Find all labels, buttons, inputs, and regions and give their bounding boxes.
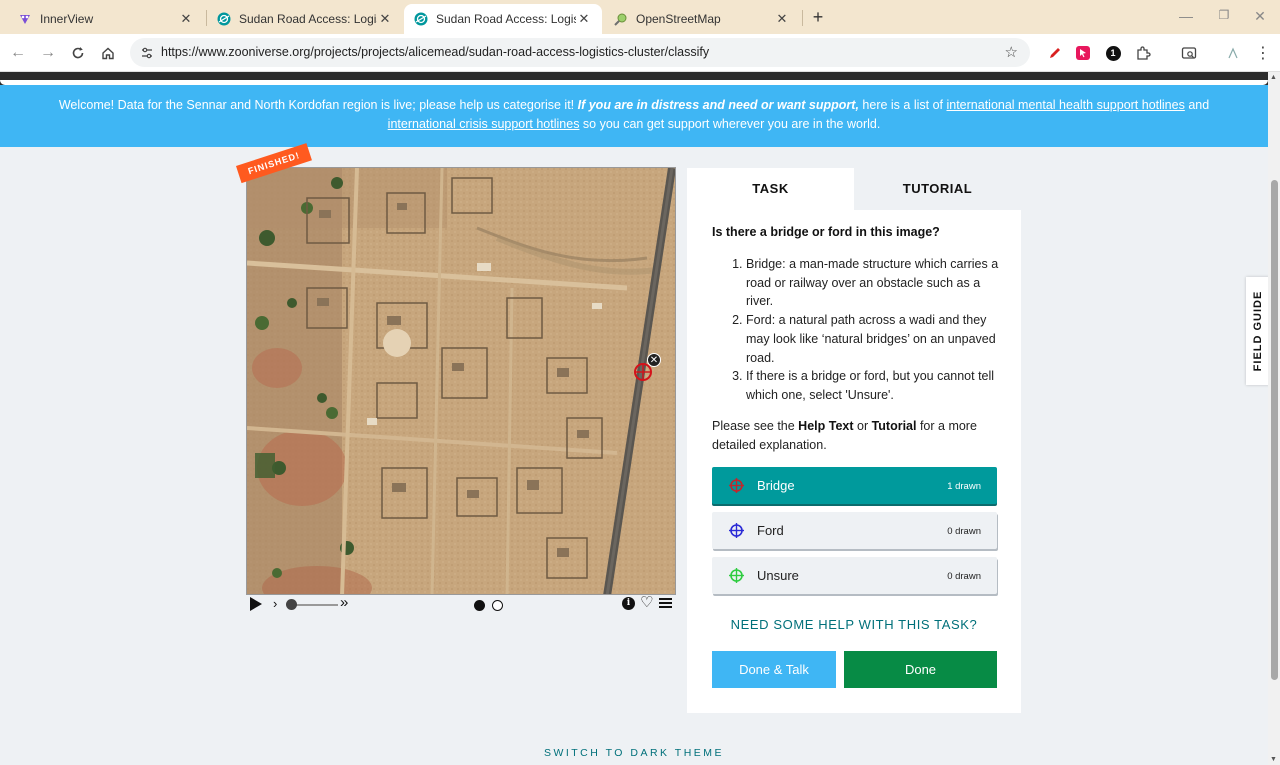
crisis-hotlines-link[interactable]: international crisis support hotlines [388, 117, 580, 131]
switch-dark-theme-link[interactable]: SWITCH TO DARK THEME [0, 747, 1268, 759]
tab-separator [802, 10, 803, 26]
choice-bridge[interactable]: Bridge 1 drawn [712, 467, 997, 504]
zooniverse-favicon-icon [217, 12, 231, 26]
field-guide-label: FIELD GUIDE [1252, 290, 1264, 372]
page-scrollbar[interactable]: ▲ ▼ [1268, 72, 1280, 765]
collections-list-icon[interactable] [659, 598, 672, 609]
crosshair-icon [729, 568, 744, 583]
welcome-banner: Welcome! Data for the Sennar and North K… [0, 85, 1268, 147]
restore-window-icon[interactable]: ❐ [1214, 8, 1234, 22]
task-instructions: Bridge: a man-made structure which carri… [725, 255, 1000, 405]
drawn-count: 0 drawn [947, 571, 981, 582]
mental-health-hotlines-link[interactable]: international mental health support hotl… [946, 98, 1184, 112]
task-tabs: TASK TUTORIAL [687, 168, 1021, 210]
done-button[interactable]: Done [844, 651, 997, 688]
banner-text: here is a list of [858, 98, 947, 112]
scrollbar-thumb[interactable] [1271, 180, 1278, 680]
address-bar[interactable]: https://www.zooniverse.org/projects/proj… [130, 38, 1030, 67]
task-panel: TASK TUTORIAL Is there a bridge or ford … [687, 168, 1021, 713]
close-tab-icon[interactable]: ✕ [377, 11, 393, 27]
browser-tab-sudan-road-access-1[interactable]: Sudan Road Access: Logistics C ✕ [207, 4, 403, 34]
tab-search-icon[interactable] [1180, 44, 1198, 62]
subject-image-viewer[interactable] [246, 167, 676, 595]
remove-mark-icon[interactable]: ✕ [647, 353, 661, 367]
page-header-strip [0, 72, 1268, 85]
browser-tab-openstreetmap[interactable]: OpenStreetMap ✕ [604, 4, 800, 34]
task-help-link[interactable]: NEED SOME HELP WITH THIS TASK? [687, 617, 1021, 632]
speed-slider-handle[interactable] [286, 599, 297, 610]
zooniverse-favicon-icon [414, 12, 428, 26]
banner-text: and [1184, 98, 1210, 112]
tab-tutorial[interactable]: TUTORIAL [854, 168, 1021, 210]
favorite-heart-icon[interactable]: ♡ [640, 593, 653, 611]
browser-tab-sudan-road-access-active[interactable]: Sudan Road Access: Logistics C ✕ [404, 4, 602, 34]
crosshair-icon [729, 523, 744, 538]
faster-icon[interactable]: » [340, 594, 348, 611]
close-tab-icon[interactable]: ✕ [576, 11, 592, 27]
close-window-icon[interactable]: ✕ [1250, 8, 1270, 25]
satellite-image[interactable] [247, 168, 676, 595]
browser-menu-icon[interactable]: ⋮ [1254, 44, 1272, 62]
speed-slider-track[interactable] [290, 604, 338, 606]
help-text-ref: Help Text [798, 419, 854, 433]
innerview-favicon-icon [18, 12, 32, 26]
help-note-text: Please see the [712, 419, 799, 433]
scroll-down-icon[interactable]: ▼ [1270, 756, 1277, 763]
banner-emphasis: If you are in distress and need or want … [577, 98, 859, 112]
choice-label: Bridge [757, 478, 795, 493]
browser-tab-bar: InnerView ✕ Sudan Road Access: Logistics… [0, 0, 1280, 34]
frame-2-dot[interactable] [492, 600, 503, 611]
help-note-text: or [853, 419, 872, 433]
extensions-puzzle-icon[interactable] [1134, 44, 1152, 62]
choice-ford[interactable]: Ford 0 drawn [712, 512, 997, 549]
banner-text: so you can get support wherever you are … [579, 117, 881, 131]
bookmark-star-icon[interactable]: ☆ [1005, 43, 1018, 61]
instruction-item: If there is a bridge or ford, but you ca… [746, 367, 1000, 404]
crosshair-icon [729, 478, 744, 493]
field-guide-tab[interactable]: FIELD GUIDE [1246, 277, 1270, 385]
choice-label: Ford [757, 523, 784, 538]
profile-avatar-icon[interactable] [1224, 44, 1242, 62]
tab-title: Sudan Road Access: Logistics C [239, 12, 377, 26]
openstreetmap-favicon-icon [614, 12, 628, 26]
tab-task[interactable]: TASK [687, 168, 854, 210]
info-icon[interactable]: i [622, 597, 635, 610]
tab-title: Sudan Road Access: Logistics C [436, 12, 576, 26]
choice-unsure[interactable]: Unsure 0 drawn [712, 557, 997, 594]
home-icon[interactable] [97, 42, 119, 64]
close-tab-icon[interactable]: ✕ [774, 11, 790, 27]
reload-icon[interactable] [67, 42, 89, 64]
url-text[interactable]: https://www.zooniverse.org/projects/proj… [161, 45, 709, 59]
extension-badge-icon[interactable]: 1 [1104, 44, 1122, 62]
tutorial-ref: Tutorial [871, 419, 917, 433]
pen-extension-icon[interactable] [1046, 44, 1064, 62]
new-tab-button[interactable]: + [808, 6, 828, 28]
task-question: Is there a bridge or ford in this image? [712, 225, 940, 239]
instruction-item: Ford: a natural path across a wadi and t… [746, 311, 1000, 367]
help-note: Please see the Help Text or Tutorial for… [712, 417, 1002, 455]
forward-arrow-icon[interactable]: → [37, 42, 59, 64]
minimize-window-icon[interactable]: — [1176, 8, 1196, 24]
banner-text: Welcome! Data for the Sennar and North K… [58, 98, 578, 112]
choice-label: Unsure [757, 568, 799, 583]
back-arrow-icon[interactable]: ← [7, 42, 29, 64]
tab-title: InnerView [40, 12, 94, 26]
drawn-count: 1 drawn [947, 481, 981, 492]
play-icon[interactable] [250, 597, 262, 611]
done-and-talk-button[interactable]: Done & Talk [712, 651, 836, 688]
site-settings-icon[interactable] [138, 44, 156, 62]
frame-1-dot[interactable] [474, 600, 485, 611]
scroll-up-icon[interactable]: ▲ [1270, 74, 1277, 81]
viewer-controls: › » i ♡ [246, 593, 676, 614]
browser-toolbar: ← → https://www.zooniverse.org/projects/… [0, 34, 1280, 72]
drawn-count: 0 drawn [947, 526, 981, 537]
slower-icon[interactable]: › [273, 596, 277, 611]
tab-title: OpenStreetMap [636, 12, 721, 26]
close-tab-icon[interactable]: ✕ [178, 11, 194, 27]
cursor-extension-icon[interactable] [1074, 44, 1092, 62]
instruction-item: Bridge: a man-made structure which carri… [746, 255, 1000, 311]
browser-tab-innerview[interactable]: InnerView ✕ [8, 4, 204, 34]
